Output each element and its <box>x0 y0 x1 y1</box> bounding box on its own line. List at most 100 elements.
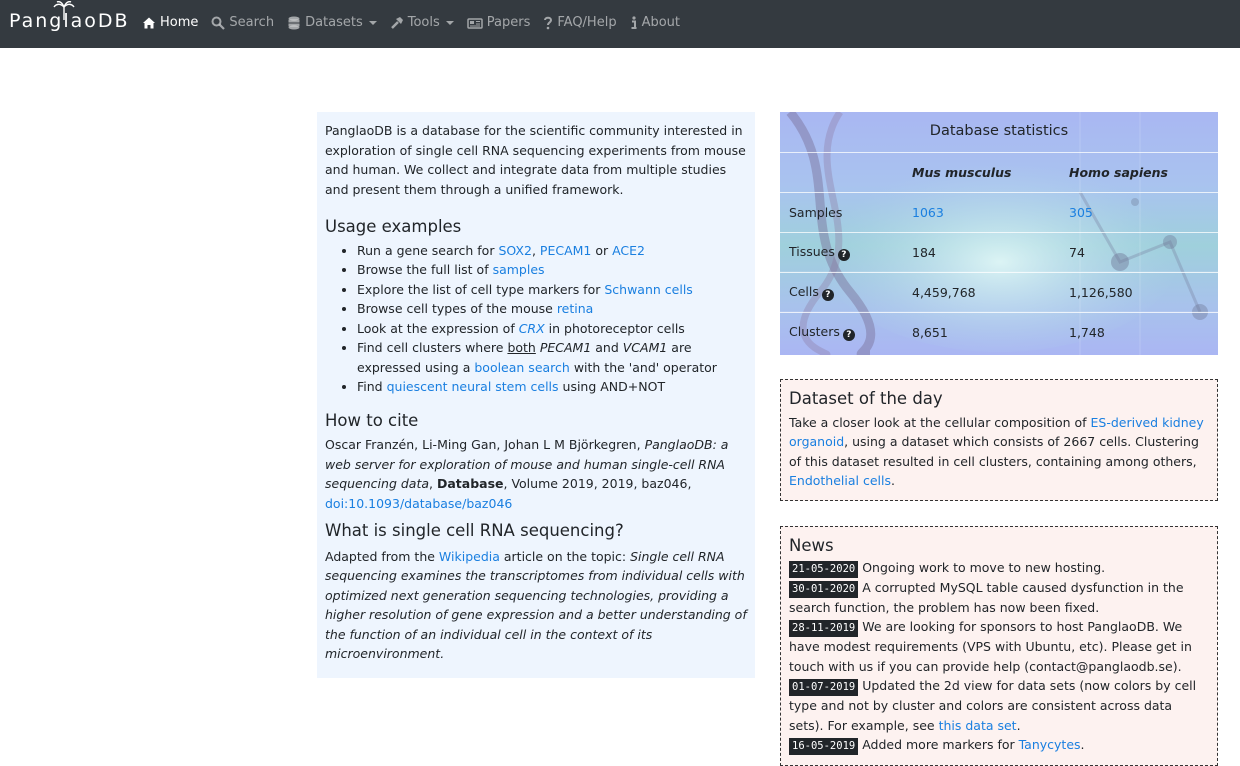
question-circle-icon[interactable]: ? <box>842 329 855 342</box>
link-wikipedia[interactable]: Wikipedia <box>439 549 500 564</box>
main-nav: Home Search Datasets Tools Papers FAQ/He… <box>142 15 693 30</box>
cite-authors: Oscar Franzén, Li-Ming Gan, Johan L M Bj… <box>325 437 645 452</box>
nav-datasets[interactable]: Datasets <box>287 15 377 30</box>
link-schwann-cells[interactable]: Schwann cells <box>604 282 692 297</box>
link-retina[interactable]: retina <box>557 301 594 316</box>
news-date: 30-01-2020 <box>789 580 859 598</box>
nav-about[interactable]: About <box>630 15 680 30</box>
nav-tools-label: Tools <box>407 15 440 30</box>
link-crx[interactable]: CRX <box>519 321 545 336</box>
nav-home[interactable]: Home <box>142 15 198 30</box>
usage-text: or <box>591 242 613 258</box>
link-ace2[interactable]: ACE2 <box>612 243 645 258</box>
cite-sep: , <box>429 476 437 491</box>
link-boolean-search[interactable]: boolean search <box>474 360 569 375</box>
link-doi[interactable]: doi:10.1093/database/baz046 <box>325 496 512 511</box>
stats-header-mouse: Mus musculus <box>912 152 1069 193</box>
usage-text: , <box>531 242 540 258</box>
link-pecam1[interactable]: PECAM1 <box>540 243 591 258</box>
list-item: Browse the full list of samples <box>357 260 747 280</box>
usage-list: Run a gene search for SOX2, PECAM1 or AC… <box>357 241 747 397</box>
list-item: Find cell clusters where both PECAM1 and… <box>357 338 747 377</box>
palm-tree-icon <box>53 1 75 20</box>
chevron-down-icon <box>445 20 454 25</box>
dotd-heading: Dataset of the day <box>789 389 943 408</box>
nav-faq-label: FAQ/Help <box>557 15 617 30</box>
news-item: 28-11-2019 We are looking for sponsors t… <box>789 617 1209 676</box>
link-human-samples[interactable]: 305 <box>1069 205 1093 220</box>
dotd-text: Take a closer look at the cellular compo… <box>789 413 1209 491</box>
table-row: Tissues? 184 74 <box>780 232 1218 273</box>
stats-value: 4,459,768 <box>912 272 1069 313</box>
link-tanycytes[interactable]: Tanycytes <box>1019 737 1081 752</box>
question-circle-icon[interactable]: ? <box>821 289 834 301</box>
wrench-icon <box>390 16 403 29</box>
usage-text: Look at the expression of <box>357 320 519 336</box>
news-text: . <box>1080 737 1085 752</box>
stats-value: 1,748 <box>1069 312 1218 353</box>
database-statistics-panel: Database statistics Mus musculus Homo sa… <box>780 112 1218 355</box>
chevron-down-icon <box>368 20 377 25</box>
question-circle-icon[interactable]: ? <box>837 249 850 261</box>
nav-search[interactable]: Search <box>211 15 274 30</box>
list-item: Look at the expression of CRX in photore… <box>357 319 747 339</box>
stats-value: 8,651 <box>912 312 1069 353</box>
stats-value: 1,126,580 <box>1069 272 1218 313</box>
list-item: Browse cell types of the mouse retina <box>357 299 747 319</box>
news-item: 01-07-2019 Updated the 2d view for data … <box>789 676 1209 735</box>
what-quote: Single cell RNA sequencing examines the … <box>325 548 747 662</box>
stats-title: Database statistics <box>929 123 1069 139</box>
usage-text: Browse the full list of <box>357 262 493 277</box>
news-date: 16-05-2019 <box>789 738 859 755</box>
usage-underline: both <box>507 340 536 355</box>
info-icon <box>631 15 637 29</box>
usage-gene: PECAM1 <box>539 340 592 355</box>
news-item: 21-05-2020 Ongoing work to move to new h… <box>789 558 1209 578</box>
table-row: Cells? 4,459,768 1,126,580 <box>780 272 1218 313</box>
link-mouse-samples[interactable]: 1063 <box>912 205 944 220</box>
home-icon <box>143 17 155 28</box>
question-icon <box>544 16 553 29</box>
stats-label-text: Tissues <box>789 244 835 259</box>
table-row: Samples 1063 305 <box>780 192 1218 233</box>
cite-text: Oscar Franzén, Li-Ming Gan, Johan L M Bj… <box>325 435 747 513</box>
news-text: Added more markers for <box>862 737 1019 752</box>
dotd-mid: , using a dataset which consists of 2667… <box>789 434 1199 469</box>
brand-logo[interactable]: PanglaoDB <box>9 1 130 32</box>
stats-value: 74 <box>1069 232 1218 273</box>
news-text: Ongoing work to move to new hosting. <box>862 559 1106 575</box>
cite-journal: Database <box>436 476 504 491</box>
list-item: Explore the list of cell type markers fo… <box>357 280 747 300</box>
usage-text: in photoreceptor cells <box>544 320 685 336</box>
news-panel: News 21-05-2020 Ongoing work to move to … <box>780 526 1218 766</box>
nav-faq[interactable]: FAQ/Help <box>543 15 617 30</box>
news-date: 01-07-2019 <box>789 679 859 696</box>
usage-text: Run a gene search for <box>357 242 499 258</box>
stats-label-tissues: Tissues? <box>780 232 912 273</box>
stats-label-clusters: Clusters? <box>780 312 912 353</box>
stats-header-row: Mus musculus Homo sapiens <box>780 152 1218 193</box>
what-pre: Adapted from the <box>325 548 439 564</box>
link-samples[interactable]: samples <box>493 262 545 277</box>
cite-heading: How to cite <box>325 410 419 430</box>
intro-panel: PanglaoDB is a database for the scientif… <box>317 112 755 678</box>
nav-papers[interactable]: Papers <box>467 15 530 30</box>
link-this-data-set[interactable]: this data set <box>939 718 1017 733</box>
link-sox2[interactable]: SOX2 <box>498 243 532 258</box>
what-mid: article on the topic: <box>499 548 631 564</box>
stats-label-samples: Samples <box>780 192 912 233</box>
nav-tools[interactable]: Tools <box>390 15 454 30</box>
nav-datasets-label: Datasets <box>305 15 363 30</box>
stats-header-empty <box>780 152 912 193</box>
table-row: Clusters? 8,651 1,748 <box>780 312 1218 353</box>
usage-gene: VCAM1 <box>622 340 668 355</box>
cite-rest: , Volume 2019, 2019, baz046, <box>503 476 692 491</box>
news-date: 21-05-2020 <box>789 560 859 578</box>
link-quiescent-neural-stem-cells[interactable]: quiescent neural stem cells <box>387 379 559 394</box>
newspaper-icon <box>467 17 483 29</box>
search-icon <box>211 16 226 30</box>
usage-text: using AND+NOT <box>558 379 666 394</box>
usage-text: Find <box>357 379 387 394</box>
link-endothelial-cells[interactable]: Endothelial cells <box>789 473 891 488</box>
dataset-of-the-day-panel: Dataset of the day Take a closer look at… <box>780 379 1218 501</box>
